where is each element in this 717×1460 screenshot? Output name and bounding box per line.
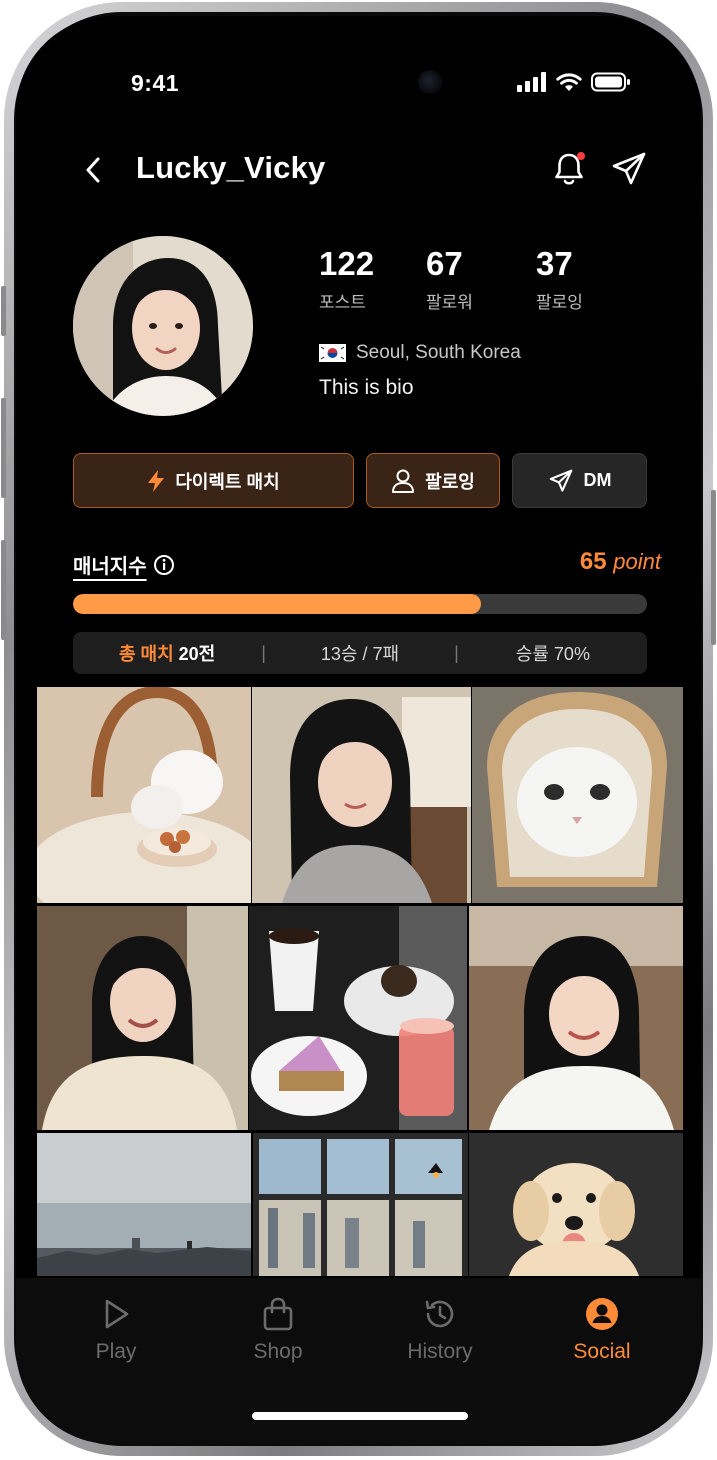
post-thumbnail[interactable] xyxy=(252,687,471,903)
post-thumbnail[interactable] xyxy=(37,687,251,903)
share-button[interactable] xyxy=(610,150,648,188)
manner-index-label: 매너지수 xyxy=(73,550,175,579)
location: Seoul, South Korea xyxy=(319,342,521,364)
stat-posts[interactable]: 122 포스트 xyxy=(319,244,374,313)
direct-match-button[interactable]: 다이렉트 매치 xyxy=(73,453,354,508)
tab-shop-label: Shop xyxy=(253,1340,303,1363)
city-skyline-photo xyxy=(37,1133,251,1276)
match-record: 13승 / 7패 xyxy=(320,644,400,664)
cellular-signal-icon xyxy=(517,72,546,92)
post-thumbnail[interactable] xyxy=(469,1133,683,1276)
notification-badge xyxy=(577,152,585,160)
manner-point-unit: point xyxy=(613,549,661,574)
back-button[interactable] xyxy=(78,153,108,187)
manner-index-title: 매너지수 xyxy=(73,556,147,578)
cat-with-latte-photo xyxy=(37,687,251,903)
tab-history[interactable]: History xyxy=(370,1294,510,1364)
lightning-icon xyxy=(148,469,165,492)
avatar-photo xyxy=(73,236,253,416)
bag-icon xyxy=(263,1297,293,1331)
stat-followers-label: 팔로워 xyxy=(426,293,473,312)
match-total: 총 매치 20전 xyxy=(73,640,261,666)
stat-following[interactable]: 37 팔로잉 xyxy=(536,244,583,313)
info-icon[interactable] xyxy=(153,554,175,576)
match-win-rate: 승률 70% xyxy=(515,644,590,664)
tab-social[interactable]: Social xyxy=(532,1294,672,1364)
side-button xyxy=(711,490,716,645)
person-circle-icon xyxy=(586,1298,618,1330)
profile-username: Lucky_Vicky xyxy=(136,150,326,185)
following-button[interactable]: 팔로잉 xyxy=(366,453,500,508)
status-icons xyxy=(517,72,631,92)
smiling-portrait-photo xyxy=(469,906,683,1130)
stat-posts-label: 포스트 xyxy=(319,293,366,312)
stat-followers-value: 67 xyxy=(426,245,463,282)
user-icon xyxy=(392,469,415,493)
dm-label: DM xyxy=(583,470,612,490)
paper-plane-icon xyxy=(612,152,646,185)
tab-history-label: History xyxy=(407,1340,473,1363)
portrait-cafe-photo xyxy=(252,687,471,903)
direct-match-label: 다이렉트 매치 xyxy=(175,471,280,492)
clock-icon xyxy=(425,1300,454,1328)
korea-flag-icon xyxy=(319,344,346,362)
side-button xyxy=(1,398,6,498)
home-indicator[interactable] xyxy=(252,1412,468,1420)
match-summary: 총 매치 20전 | 13승 / 7패 | 승률 70% xyxy=(73,632,647,674)
manner-progress-fill xyxy=(73,594,481,614)
paper-plane-icon xyxy=(549,469,572,492)
following-label: 팔로잉 xyxy=(425,471,475,492)
match-total-label: 총 매치 xyxy=(118,644,174,664)
post-thumbnail[interactable] xyxy=(469,906,683,1130)
front-camera xyxy=(418,70,442,94)
side-button xyxy=(1,286,6,336)
laughing-portrait-photo xyxy=(37,906,248,1130)
tab-shop[interactable]: Shop xyxy=(208,1294,348,1364)
stat-following-label: 팔로잉 xyxy=(536,293,583,312)
tab-play-label: Play xyxy=(95,1340,137,1363)
manner-point-value: 65 xyxy=(579,548,607,575)
wifi-icon xyxy=(556,73,582,91)
post-thumbnail[interactable] xyxy=(37,906,248,1130)
golden-retriever-photo xyxy=(469,1133,683,1276)
post-thumbnail[interactable] xyxy=(37,1133,251,1276)
app-screen: 9:41 Lucky_Vicky 122 포스트 67 팔로워 37 팔로잉 S… xyxy=(16,16,701,1444)
bio-text: This is bio xyxy=(319,376,414,399)
post-thumbnail[interactable] xyxy=(253,1133,468,1276)
play-icon xyxy=(105,1299,129,1329)
profile-avatar[interactable] xyxy=(73,236,253,416)
cake-and-drinks-photo xyxy=(249,906,467,1130)
status-time: 9:41 xyxy=(131,70,180,96)
dm-button[interactable]: DM xyxy=(512,453,647,508)
location-text: Seoul, South Korea xyxy=(356,342,521,363)
battery-icon xyxy=(591,72,630,92)
tab-social-label: Social xyxy=(573,1340,631,1363)
bread-cat-photo xyxy=(472,687,683,903)
side-button xyxy=(1,540,6,640)
chevron-left-icon xyxy=(86,157,100,183)
notification-button[interactable] xyxy=(550,150,588,188)
post-thumbnail[interactable] xyxy=(472,687,683,903)
match-total-count: 20전 xyxy=(178,644,216,664)
window-view-photo xyxy=(253,1133,468,1276)
stat-following-value: 37 xyxy=(536,245,573,282)
tab-play[interactable]: Play xyxy=(46,1294,186,1364)
stat-followers[interactable]: 67 팔로워 xyxy=(426,244,473,313)
post-thumbnail[interactable] xyxy=(249,906,467,1130)
manner-progress-bar xyxy=(73,594,647,614)
stat-posts-value: 122 xyxy=(319,245,375,282)
manner-point: 65 point xyxy=(580,548,661,576)
